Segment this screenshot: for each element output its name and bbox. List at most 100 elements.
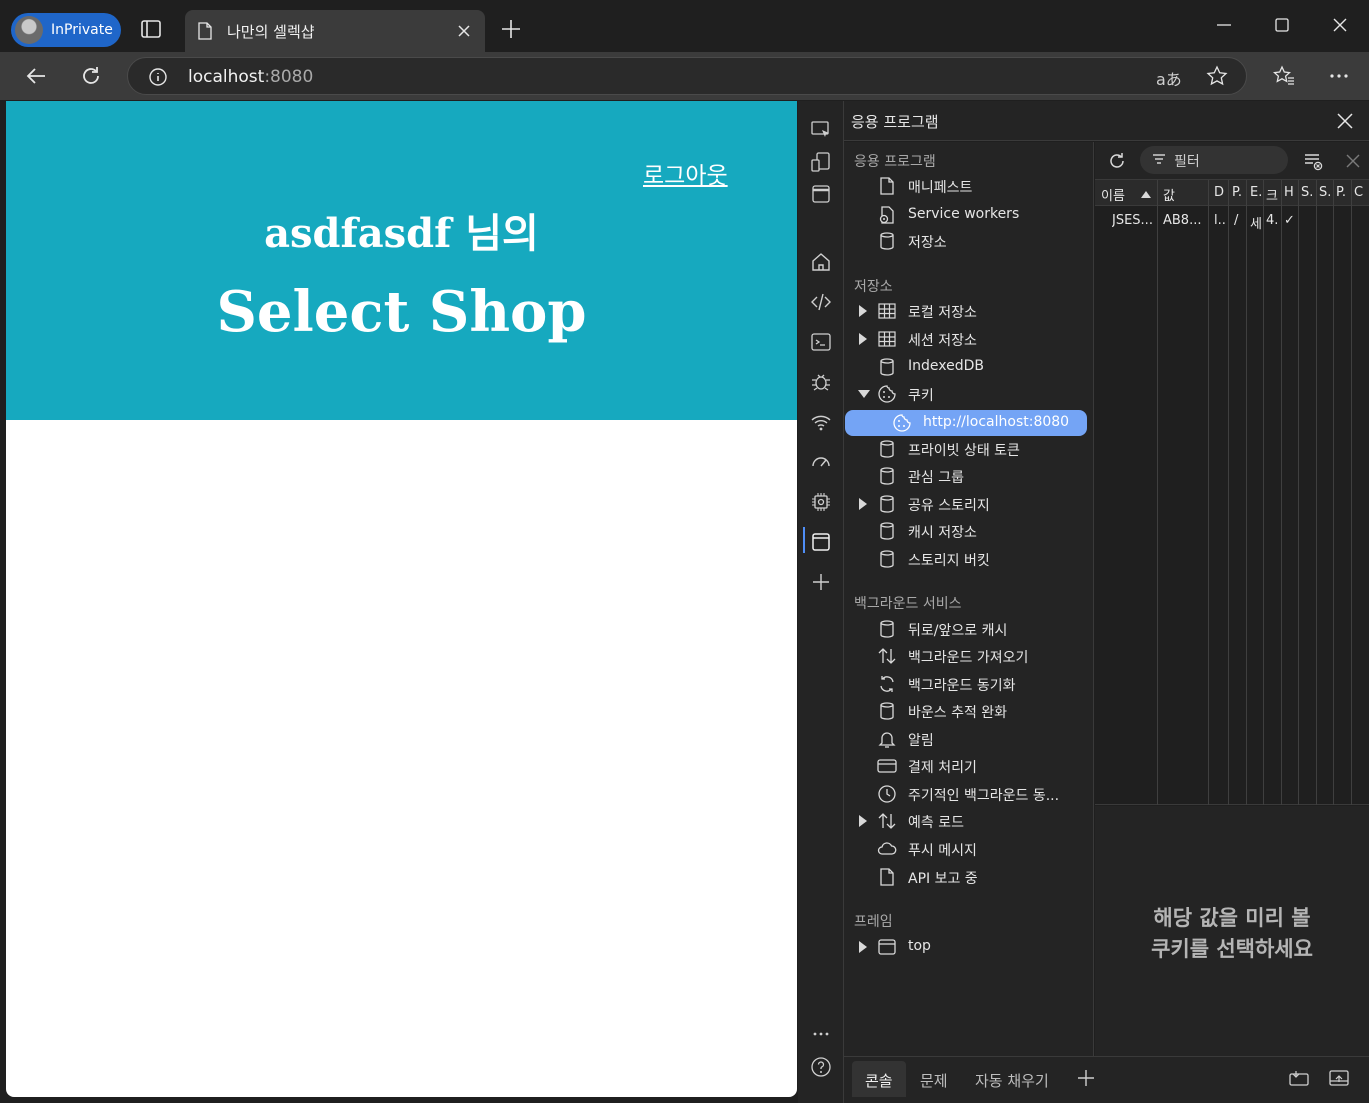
column-header-priority[interactable]: P.	[1336, 185, 1350, 200]
column-divider[interactable]	[1208, 180, 1209, 805]
inprivate-profile-button[interactable]: InPrivate	[11, 13, 121, 47]
tree-item-cookies[interactable]: 쿠키	[844, 381, 1094, 407]
column-header-path[interactable]: P.	[1232, 185, 1246, 200]
database-icon	[880, 620, 894, 638]
tree-item-periodic-sync[interactable]: 주기적인 백그라운드 동...	[844, 781, 1094, 807]
welcome-home-icon[interactable]	[810, 251, 832, 273]
close-tab-icon[interactable]	[457, 24, 471, 38]
column-divider[interactable]	[1351, 180, 1352, 805]
tree-item-reporting-api[interactable]: API 보고 중	[844, 864, 1094, 890]
close-devtools-icon[interactable]	[1336, 112, 1354, 130]
url-text[interactable]: localhost:8080	[188, 67, 313, 87]
preview-message-line2: 쿠키를 선택하세요	[1151, 937, 1313, 961]
collapse-arrow-icon[interactable]	[858, 390, 870, 398]
expand-arrow-icon[interactable]	[859, 333, 867, 345]
tree-item-cookie-localhost[interactable]: http://localhost:8080	[845, 410, 1087, 436]
expand-arrow-icon[interactable]	[859, 498, 867, 510]
tree-item-manifest[interactable]: 매니페스트	[844, 173, 1094, 199]
tree-item-frame-top[interactable]: top	[844, 934, 1094, 960]
maximize-icon[interactable]	[1272, 15, 1292, 35]
elements-code-icon[interactable]	[810, 291, 832, 313]
column-divider[interactable]	[1298, 180, 1299, 805]
drawer-tab-console[interactable]: 콘솔	[852, 1061, 906, 1097]
drawer-tab-issues[interactable]: 문제	[907, 1061, 961, 1097]
device-emulation-icon[interactable]	[810, 151, 832, 173]
dock-to-quick-view-icon[interactable]	[1288, 1068, 1310, 1088]
clear-all-cookies-icon[interactable]	[1303, 151, 1323, 171]
application-panel-icon[interactable]	[810, 531, 832, 553]
tree-item-session-storage[interactable]: 세션 저장소	[844, 326, 1094, 352]
inspect-icon[interactable]	[810, 119, 832, 141]
address-bar[interactable]: localhost:8080 aあ	[127, 57, 1247, 95]
tree-item-bounce-tracking[interactable]: 바운스 추적 완화	[844, 698, 1094, 724]
column-header-httponly[interactable]: H	[1284, 185, 1298, 200]
column-divider[interactable]	[1228, 180, 1229, 805]
more-menu-icon[interactable]	[1327, 64, 1351, 88]
cookie-toolbar: 필터	[1095, 142, 1369, 180]
browser-tab-active[interactable]: 나만의 셀렉샵	[185, 10, 485, 52]
memory-chip-icon[interactable]	[810, 491, 832, 513]
tree-item-cache-storage[interactable]: 캐시 저장소	[844, 518, 1094, 544]
filter-input[interactable]: 필터	[1140, 146, 1288, 174]
title-bar: InPrivate 나만의 셀렉샵	[0, 0, 1369, 52]
cookie-size-cell: 4.	[1266, 213, 1279, 228]
tree-item-shared-storage[interactable]: 공유 스토리지	[844, 491, 1094, 517]
column-divider[interactable]	[1157, 180, 1158, 805]
tree-item-indexeddb[interactable]: IndexedDB	[844, 354, 1094, 380]
tree-item-background-fetch[interactable]: 백그라운드 가져오기	[844, 643, 1094, 669]
logout-link[interactable]: 로그아웃	[643, 156, 728, 190]
tree-item-bfcache[interactable]: 뒤로/앞으로 캐시	[844, 616, 1094, 642]
drawer-tab-autofill[interactable]: 자동 채우기	[962, 1061, 1062, 1097]
column-header-expires[interactable]: E.	[1250, 185, 1264, 200]
tree-item-storage-buckets[interactable]: 스토리지 버킷	[844, 546, 1094, 572]
add-drawer-tab-icon[interactable]	[1076, 1068, 1096, 1088]
more-tools-icon[interactable]	[810, 1023, 832, 1045]
tree-item-payment-handler[interactable]: 결제 처리기	[844, 753, 1094, 779]
sources-bug-icon[interactable]	[810, 371, 832, 393]
performance-gauge-icon[interactable]	[810, 451, 832, 473]
back-icon[interactable]	[24, 64, 48, 88]
column-divider[interactable]	[1263, 180, 1264, 805]
database-icon	[880, 702, 894, 720]
expand-arrow-icon[interactable]	[859, 815, 867, 827]
close-window-icon[interactable]	[1330, 15, 1350, 35]
favorite-star-icon[interactable]	[1206, 65, 1228, 87]
read-aloud-icon[interactable]: aあ	[1156, 66, 1182, 90]
tree-item-push-messaging[interactable]: 푸시 메시지	[844, 836, 1094, 862]
minimize-icon[interactable]	[1214, 15, 1234, 35]
tab-actions-icon[interactable]	[139, 17, 163, 41]
expand-arrow-icon[interactable]	[859, 941, 867, 953]
table-row[interactable]: JSES... AB8... l.. / 세 4. ✓	[1095, 207, 1369, 232]
tree-item-service-workers[interactable]: Service workers	[844, 202, 1094, 228]
new-tab-icon[interactable]	[500, 18, 522, 40]
tree-item-local-storage[interactable]: 로컬 저장소	[844, 298, 1094, 324]
tree-item-interest-groups[interactable]: 관심 그룹	[844, 463, 1094, 489]
column-divider[interactable]	[1246, 180, 1247, 805]
column-header-size[interactable]: 크	[1266, 185, 1280, 204]
add-tool-icon[interactable]	[810, 571, 832, 593]
tree-item-private-state-tokens[interactable]: 프라이빗 상태 토큰	[844, 436, 1094, 462]
collapse-drawer-icon[interactable]	[1328, 1068, 1350, 1088]
column-header-domain[interactable]: D	[1214, 185, 1228, 200]
tree-item-speculative-loads[interactable]: 예측 로드	[844, 808, 1094, 834]
column-divider[interactable]	[1333, 180, 1334, 805]
column-header-cross-site[interactable]: C	[1354, 185, 1368, 200]
column-divider[interactable]	[1281, 180, 1282, 805]
expand-arrow-icon[interactable]	[859, 305, 867, 317]
tree-item-notifications[interactable]: 알림	[844, 726, 1094, 752]
column-header-samesite[interactable]: S.	[1319, 185, 1333, 200]
favorites-icon[interactable]	[1272, 64, 1296, 88]
column-header-secure[interactable]: S.	[1301, 185, 1315, 200]
tree-item-background-sync[interactable]: 백그라운드 동기화	[844, 671, 1094, 697]
help-icon[interactable]	[810, 1056, 832, 1078]
column-divider[interactable]	[1316, 180, 1317, 805]
console-icon[interactable]	[810, 331, 832, 353]
dock-window-icon[interactable]	[810, 183, 832, 205]
tree-item-app-storage[interactable]: 저장소	[844, 228, 1094, 254]
refresh-cookies-icon[interactable]	[1107, 151, 1127, 171]
site-info-icon[interactable]	[148, 67, 168, 87]
refresh-icon[interactable]	[79, 64, 103, 88]
network-wifi-icon[interactable]	[810, 411, 832, 433]
delete-selected-icon[interactable]	[1343, 151, 1363, 171]
column-header-value[interactable]: 값	[1163, 185, 1203, 204]
